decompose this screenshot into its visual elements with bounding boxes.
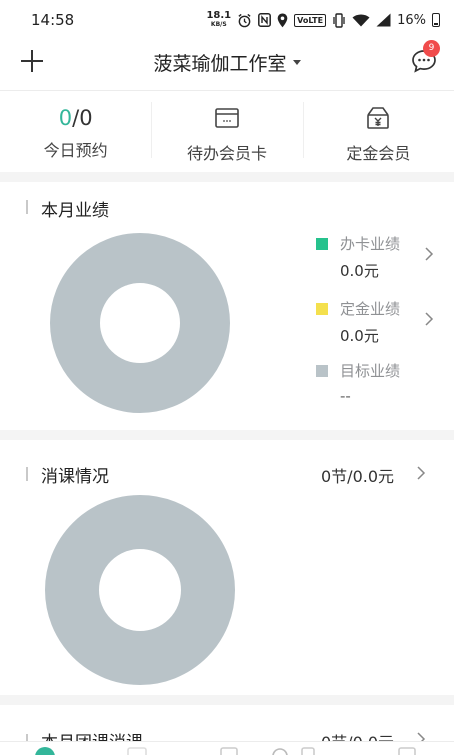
appointments-count: 0/0	[58, 106, 93, 130]
app-header: 菠菜瑜伽工作室 9	[0, 40, 454, 90]
chevron-right-icon[interactable]	[424, 312, 434, 326]
tab-people-icon[interactable]	[266, 746, 316, 755]
today-appointments[interactable]: 0/0 今日预约	[0, 92, 151, 172]
section-marker	[26, 467, 28, 481]
section-gap	[0, 430, 454, 440]
chevron-right-icon[interactable]	[416, 466, 426, 480]
section-gap	[0, 695, 454, 705]
battery-percent: 16%	[397, 12, 426, 28]
wifi-icon	[352, 14, 370, 27]
chevron-right-icon[interactable]	[424, 247, 434, 261]
pending-cards-label: 待办会员卡	[186, 144, 267, 163]
monthly-performance-title: 本月业绩	[41, 201, 109, 221]
status-time: 14:58	[31, 11, 75, 29]
consumption-donut-chart	[45, 495, 235, 685]
tab-clipboard-icon[interactable]	[218, 746, 240, 755]
deposit-members[interactable]: 定金会员	[302, 92, 454, 172]
monthly-donut-chart	[50, 233, 230, 413]
status-icons: 18.1 KB/S VoLTE 16%	[206, 11, 440, 29]
cell-signal-icon	[376, 13, 391, 27]
section-marker	[26, 200, 28, 214]
pending-member-cards[interactable]: 待办会员卡	[151, 92, 302, 172]
legend-target-sales: 目标业绩 --	[316, 360, 400, 405]
message-badge: 9	[423, 40, 440, 57]
bottom-tab-bar	[0, 741, 454, 755]
studio-selector[interactable]: 菠菜瑜伽工作室	[0, 49, 454, 76]
quick-stats: 0/0 今日预约 待办会员卡 定金会员	[0, 92, 454, 172]
nfc-icon	[258, 13, 272, 27]
vibrate-icon	[333, 12, 345, 28]
legend-deposit-sales[interactable]: 定金业绩 0.0元	[316, 298, 400, 346]
header-divider	[0, 90, 454, 91]
status-bar: 14:58 18.1 KB/S VoLTE 16%	[0, 0, 454, 40]
network-speed: 18.1 KB/S	[206, 10, 232, 29]
appointments-label: 今日预约	[43, 141, 108, 160]
alarm-icon	[238, 13, 251, 27]
location-icon	[277, 13, 288, 27]
deposit-icon	[367, 107, 390, 129]
deposit-members-label: 定金会员	[346, 144, 411, 163]
legend-card-sales[interactable]: 办卡业绩 0.0元	[316, 233, 400, 281]
page-title: 菠菜瑜伽工作室	[153, 53, 287, 75]
consumption-title: 消课情况	[41, 467, 109, 487]
caret-down-icon	[292, 60, 301, 65]
volte-indicator: VoLTE	[294, 13, 327, 27]
tab-profile-icon[interactable]	[396, 746, 418, 755]
battery-icon	[432, 13, 440, 27]
tab-store-icon[interactable]	[126, 746, 148, 755]
section-gap	[0, 172, 454, 182]
card-icon	[215, 108, 239, 128]
legend-swatch	[316, 364, 328, 377]
consumption-summary[interactable]: 0节/0.0元	[321, 463, 394, 487]
legend-swatch	[316, 302, 328, 315]
tab-home-icon[interactable]	[34, 746, 56, 755]
legend-swatch	[316, 237, 328, 250]
